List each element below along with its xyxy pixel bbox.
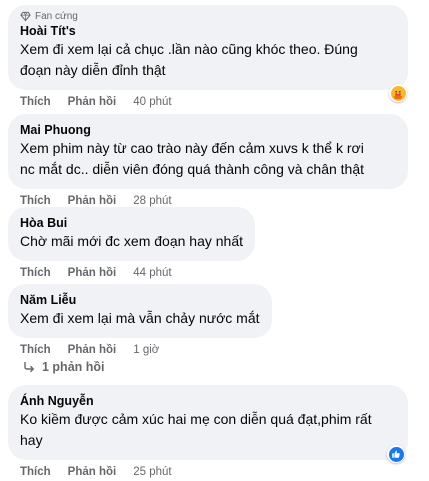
- comment: Năm Liễu Xem đi xem lại mà vẫn chảy nước…: [8, 284, 272, 356]
- like-link[interactable]: Thích: [20, 267, 51, 279]
- replies-count: 1 phản hồi: [42, 360, 105, 374]
- comment-author[interactable]: Ánh Nguyễn: [20, 393, 396, 409]
- comment-author[interactable]: Năm Liễu: [20, 292, 260, 308]
- comment-bubble: Ánh Nguyễn Ko kiềm được cảm xúc hai mẹ c…: [8, 385, 408, 460]
- comment-actions: Thích Phản hồi 28 phút: [8, 195, 408, 207]
- comment: Fan cứng Hoài Tít's Xem đi xem lại cả ch…: [8, 5, 408, 108]
- comment-text-line: đoạn này diễn đỉnh thật: [20, 62, 166, 78]
- diamond-icon: [20, 11, 31, 22]
- reply-link[interactable]: Phản hồi: [68, 466, 117, 478]
- comment-author[interactable]: Hòa Bui: [20, 215, 243, 231]
- timestamp[interactable]: 44 phút: [133, 267, 171, 279]
- comment-author[interactable]: Mai Phuong: [20, 122, 396, 138]
- like-link[interactable]: Thích: [20, 195, 51, 207]
- comment-bubble: Năm Liễu Xem đi xem lại mà vẫn chảy nước…: [8, 284, 272, 338]
- comment-text-line: hay: [20, 432, 43, 448]
- like-link[interactable]: Thích: [20, 344, 51, 356]
- timestamp[interactable]: 28 phút: [133, 195, 171, 207]
- reply-link[interactable]: Phản hồi: [68, 195, 117, 207]
- comment-actions: Thích Phản hồi 1 giờ: [8, 344, 272, 356]
- comment-actions: Thích Phản hồi 25 phút: [8, 466, 408, 478]
- badge-label: Fan cứng: [35, 11, 78, 22]
- comment-text-line: Xem đi xem lại mà vẫn chảy nước mắt: [20, 310, 260, 326]
- comment-text-line: Xem phim này từ cao trào này đến cảm xuv…: [20, 140, 364, 156]
- comment-actions: Thích Phản hồi 44 phút: [8, 267, 255, 279]
- like-link[interactable]: Thích: [20, 466, 51, 478]
- comment-text-line: nc mắt dc.. diễn viên đóng quá thành côn…: [20, 161, 365, 177]
- comment-author[interactable]: Hoài Tít's: [20, 23, 396, 39]
- comment-bubble: Fan cứng Hoài Tít's Xem đi xem lại cả ch…: [8, 5, 408, 90]
- comment-text-line: Ko kiềm được cảm xúc hai mẹ con diễn quá…: [20, 411, 372, 427]
- comment: Mai Phuong Xem phim này từ cao trào này …: [8, 114, 408, 207]
- comment-actions: Thích Phản hồi 40 phút: [8, 96, 408, 108]
- comment-bubble: Mai Phuong Xem phim này từ cao trào này …: [8, 114, 408, 189]
- like-reaction-icon[interactable]: [387, 445, 405, 463]
- reply-link[interactable]: Phản hồi: [68, 344, 117, 356]
- reply-arrow-icon: [24, 362, 35, 373]
- comment: Ánh Nguyễn Ko kiềm được cảm xúc hai mẹ c…: [8, 385, 408, 478]
- care-reaction-icon[interactable]: [389, 84, 407, 102]
- comment: Hòa Bui Chờ mãi mới đc xem đoạn hay nhất…: [8, 207, 256, 279]
- reply-link[interactable]: Phản hồi: [68, 267, 117, 279]
- comment-text-line: Chờ mãi mới đc xem đoạn hay nhất: [20, 233, 244, 249]
- top-fan-badge: Fan cứng: [20, 11, 396, 22]
- reply-link[interactable]: Phản hồi: [68, 96, 117, 108]
- timestamp[interactable]: 25 phút: [133, 466, 171, 478]
- view-replies-link[interactable]: 1 phản hồi: [22, 360, 105, 374]
- timestamp[interactable]: 40 phút: [133, 96, 171, 108]
- comment-text-line: Xem đi xem lại cả chục .lần nào cũng khó…: [20, 41, 358, 57]
- comment-bubble: Hòa Bui Chờ mãi mới đc xem đoạn hay nhất: [8, 207, 256, 261]
- like-link[interactable]: Thích: [20, 96, 51, 108]
- timestamp[interactable]: 1 giờ: [133, 344, 159, 356]
